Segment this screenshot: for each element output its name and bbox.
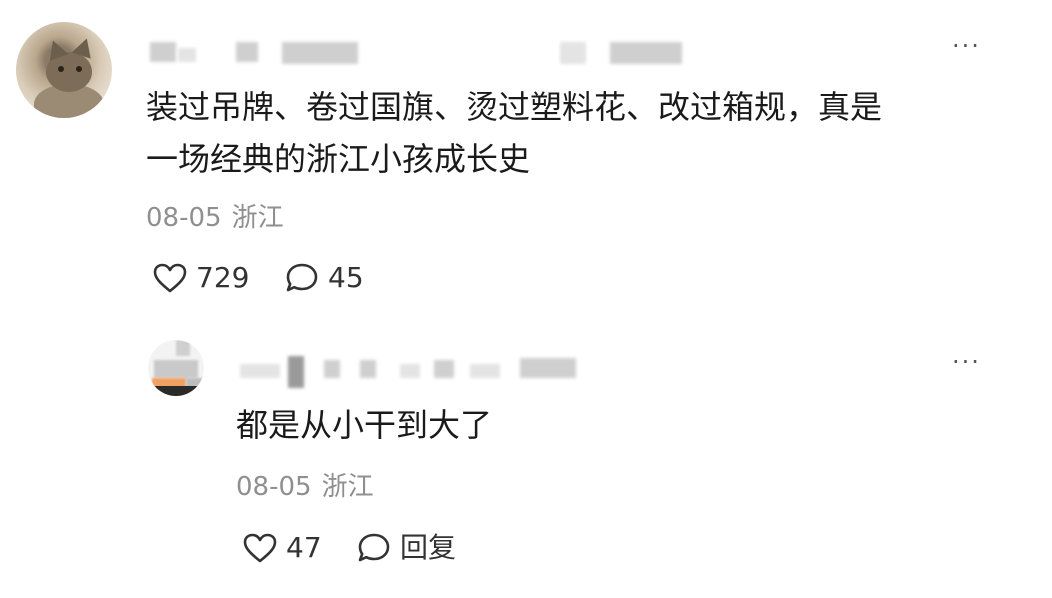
redaction-block xyxy=(178,48,196,62)
speech-bubble-icon xyxy=(286,263,318,292)
reply-location: 浙江 xyxy=(321,472,374,502)
reply-date: 08-05 xyxy=(236,472,312,502)
redaction-block xyxy=(434,360,454,378)
avatar-cat-eye xyxy=(58,66,64,72)
comment-text-line-2: 一场经典的浙江小孩成长史 xyxy=(146,140,531,178)
speech-bubble-icon xyxy=(358,533,390,562)
reply-like-count: 47 xyxy=(286,531,322,564)
like-button[interactable]: 729 xyxy=(152,262,249,294)
comment-location: 浙江 xyxy=(231,203,284,233)
avatar-cat-eye xyxy=(76,66,82,72)
avatar-blur-patch xyxy=(176,340,190,356)
heart-outline-icon xyxy=(243,533,277,563)
avatar-blur-patch xyxy=(148,386,204,396)
redaction-block xyxy=(400,364,420,378)
reply-reply-button[interactable]: 回复 xyxy=(356,532,456,564)
comment-text-line-1: 装过吊牌、卷过国旗、烫过塑料花、改过箱规，真是 xyxy=(146,88,883,126)
redaction-block xyxy=(236,42,258,62)
like-count: 729 xyxy=(196,261,250,294)
reply-meta: 08-05 浙江 xyxy=(236,474,374,500)
comment-date: 08-05 xyxy=(146,203,222,233)
reply-user-avatar[interactable] xyxy=(148,340,204,396)
more-dots-icon: ··· xyxy=(952,32,981,60)
redaction-block xyxy=(470,364,500,378)
redaction-block xyxy=(288,356,304,388)
comment-meta: 08-05 浙江 xyxy=(146,205,284,231)
reply-text: 都是从小干到大了 xyxy=(236,406,493,444)
reply-more-options-button[interactable]: ··· xyxy=(952,350,981,374)
avatar-blur-patch xyxy=(154,360,198,378)
redaction-block xyxy=(560,42,586,64)
reply-button[interactable]: 45 xyxy=(284,262,364,294)
user-avatar[interactable] xyxy=(16,22,112,118)
redaction-block xyxy=(520,358,576,378)
redaction-block xyxy=(150,42,176,62)
redaction-block xyxy=(324,360,340,378)
redaction-block xyxy=(610,42,682,64)
more-dots-icon: ··· xyxy=(952,348,981,376)
more-options-button[interactable]: ··· xyxy=(952,34,981,58)
reply-like-button[interactable]: 47 xyxy=(242,532,322,564)
heart-outline-icon xyxy=(153,263,187,293)
redaction-block xyxy=(360,360,376,378)
redaction-block xyxy=(282,42,358,64)
reply-label: 回复 xyxy=(400,531,457,564)
redaction-block xyxy=(240,364,280,378)
reply-count: 45 xyxy=(328,261,364,294)
